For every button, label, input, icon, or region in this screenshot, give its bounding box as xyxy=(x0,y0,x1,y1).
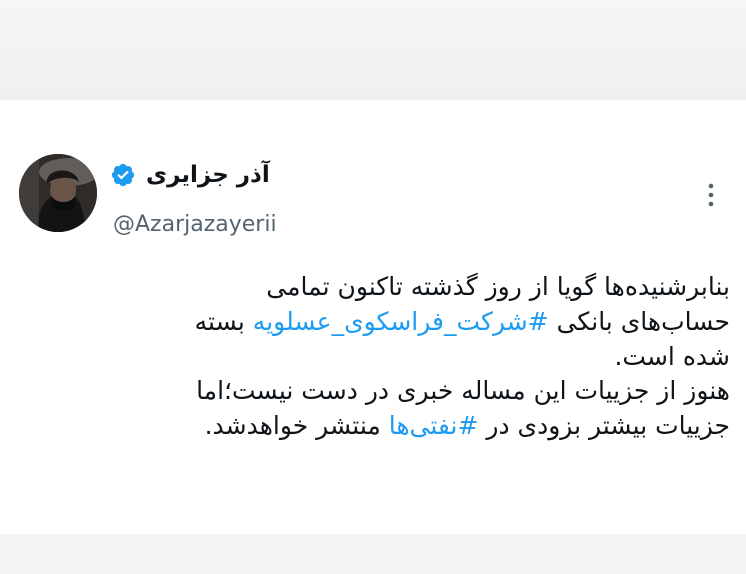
tweet-text-line: شده است. xyxy=(40,340,730,375)
verified-badge-icon xyxy=(110,162,136,188)
text-segment: منتشر خواهدشد. xyxy=(204,411,389,441)
tweet-text-line: بنابرشنیده‌ها گویا از روز گذشته تاکنون ت… xyxy=(40,270,730,305)
text-segment: بسته xyxy=(194,306,253,336)
more-options-icon[interactable] xyxy=(702,180,720,210)
text-segment: بنابرشنیده‌ها گویا از روز گذشته تاکنون ت… xyxy=(266,272,730,301)
text-segment: جزییات بیشتر بزودی در xyxy=(478,411,730,441)
background-bottom xyxy=(0,534,746,574)
tweet-text-line: حساب‌های بانکی #شرکت_فراسکوی_عسلویه بسته xyxy=(40,305,730,340)
tweet-card[interactable]: آذر جزایری @Azarjazayerii بنابرشنیده‌ها … xyxy=(0,100,746,534)
hashtag-link[interactable]: #شرکت_فراسکوی_عسلویه xyxy=(253,307,549,336)
text-segment: شده است. xyxy=(614,341,730,371)
author-name-row: آذر جزایری xyxy=(110,155,270,195)
hashtag-link[interactable]: #نفتی‌ها xyxy=(389,411,479,440)
author-display-name[interactable]: آذر جزایری xyxy=(146,162,270,188)
author-handle[interactable]: @Azarjazayerii xyxy=(113,212,277,237)
avatar[interactable] xyxy=(19,154,97,232)
text-segment: هنوز از جزییات این مساله خبری در دست نیس… xyxy=(196,376,730,406)
text-segment: حساب‌های بانکی xyxy=(548,306,730,336)
background-top xyxy=(0,0,746,100)
avatar-image xyxy=(19,154,97,232)
tweet-text-line: جزییات بیشتر بزودی در #نفتی‌ها منتشر خوا… xyxy=(40,409,730,444)
tweet-text-line: هنوز از جزییات این مساله خبری در دست نیس… xyxy=(40,374,730,409)
tweet-text: بنابرشنیده‌ها گویا از روز گذشته تاکنون ت… xyxy=(40,270,730,444)
